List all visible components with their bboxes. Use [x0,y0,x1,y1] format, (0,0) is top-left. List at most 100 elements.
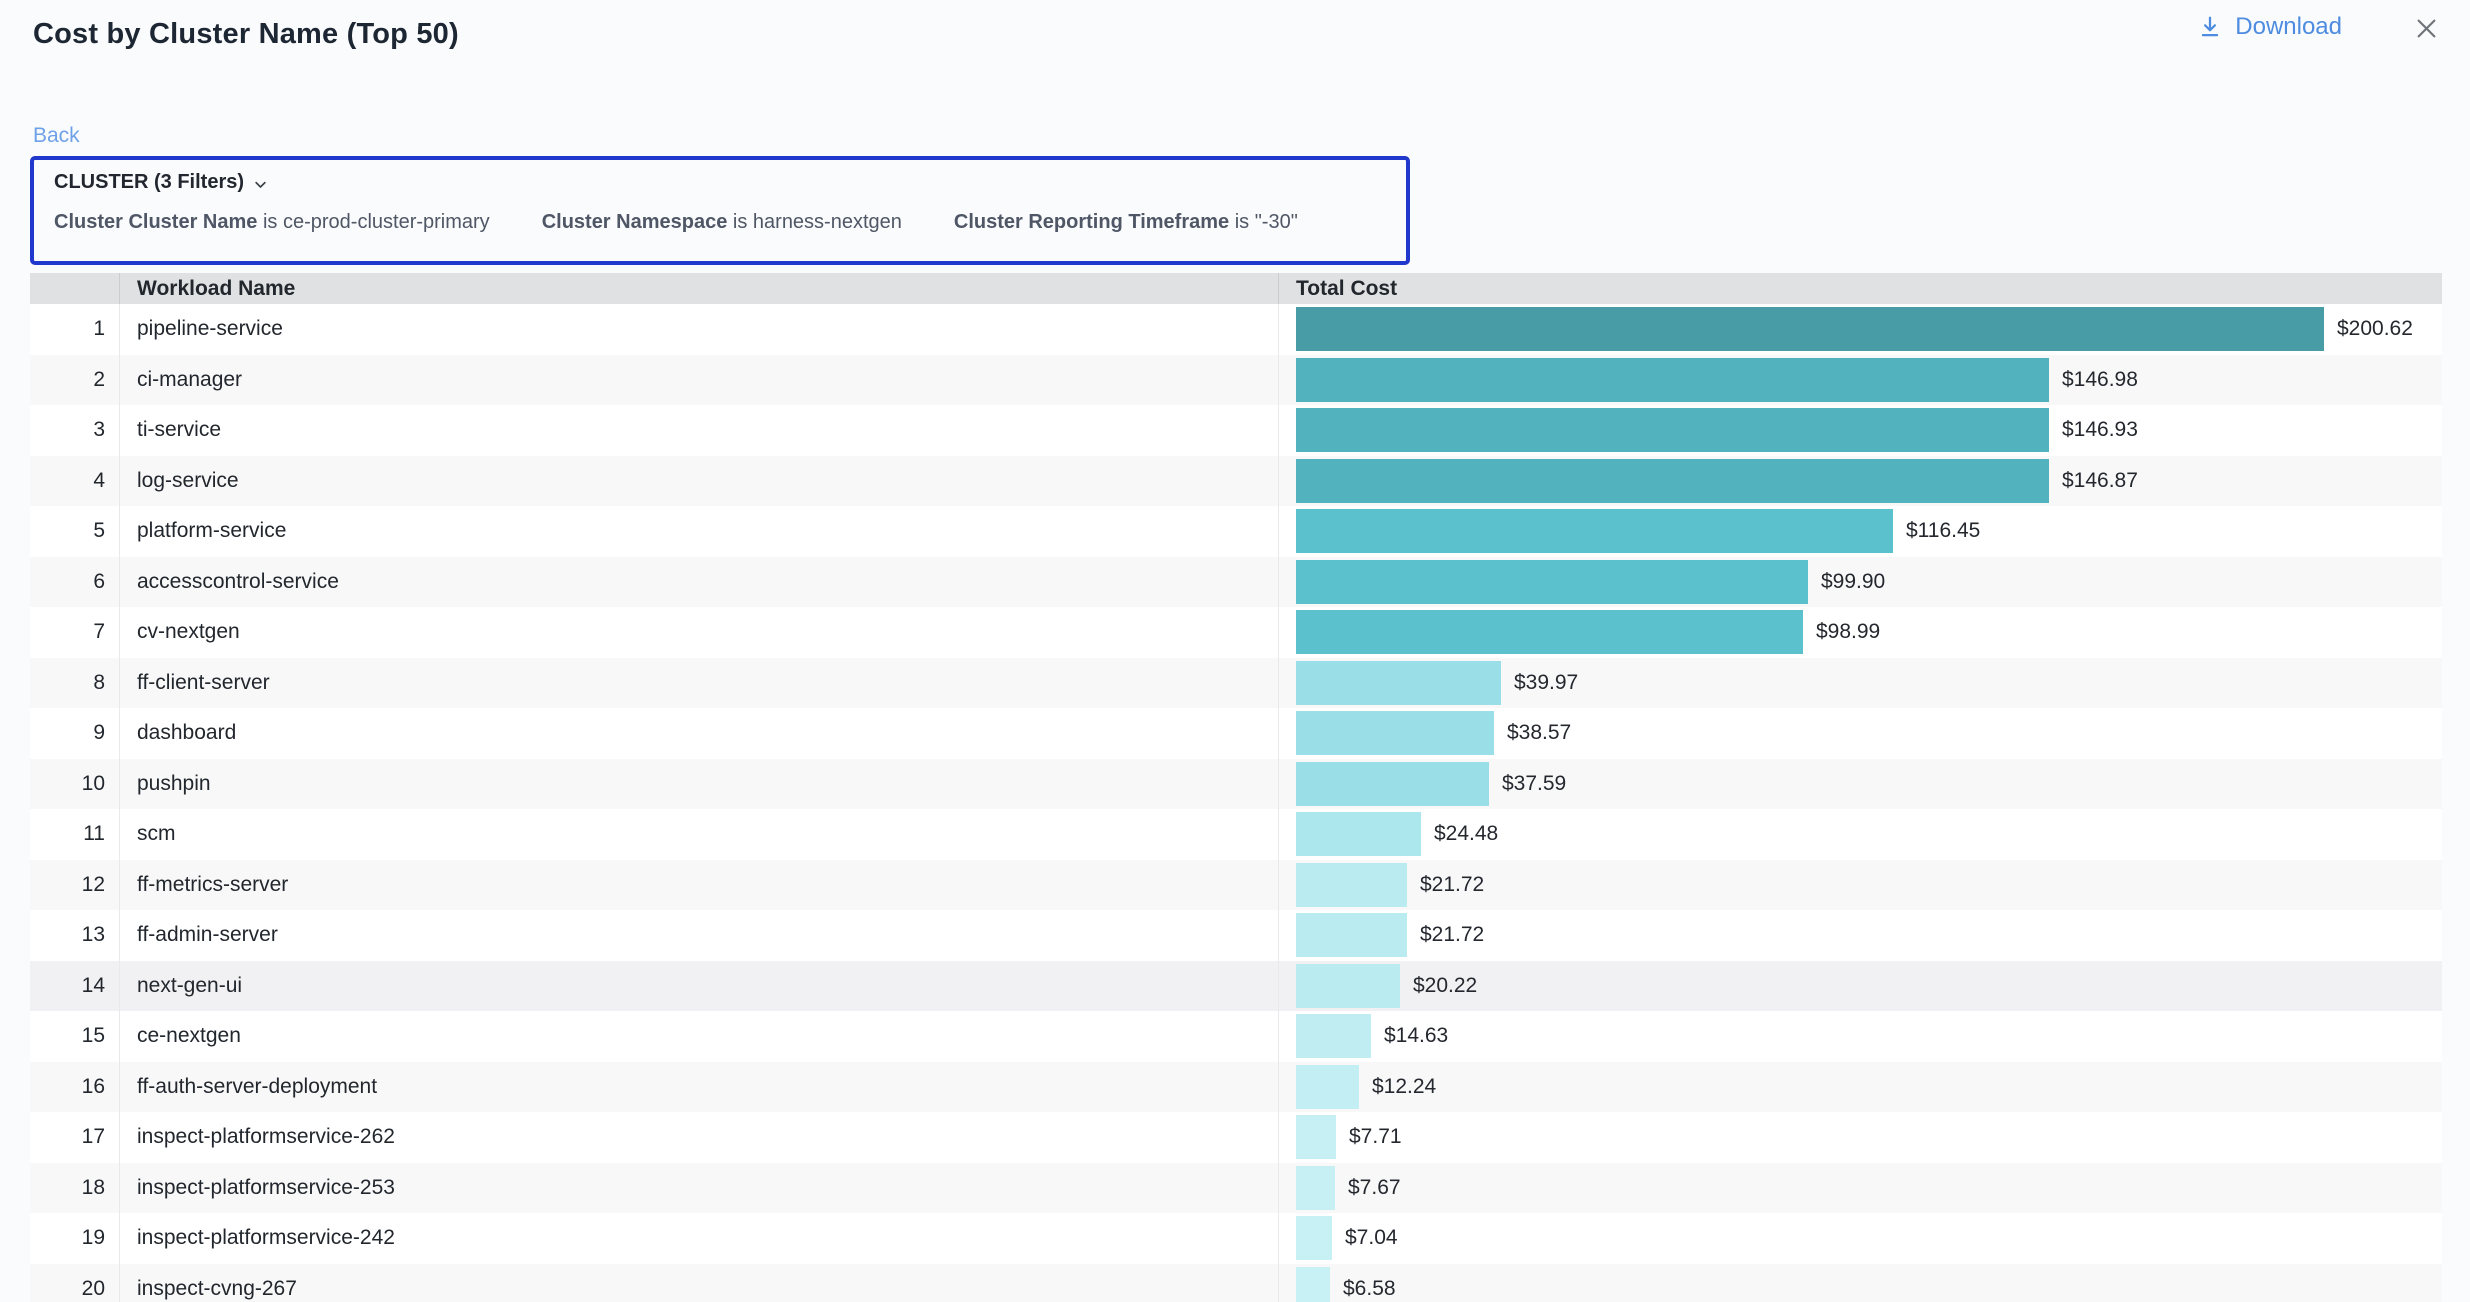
cost-cell: $21.72 [1279,910,2442,961]
cost-value: $37.59 [1502,772,1566,796]
row-rank: 16 [30,1062,120,1113]
cost-bar[interactable] [1296,408,2049,452]
row-rank: 4 [30,456,120,507]
cost-bar[interactable] [1296,1216,1332,1260]
workload-name: pipeline-service [120,304,1279,355]
cost-cell: $20.22 [1279,961,2442,1012]
workload-name: pushpin [120,759,1279,810]
table-row[interactable]: 2ci-manager $146.98 [30,355,2442,406]
filter-condition[interactable]: Cluster Reporting Timeframe is "-30" [954,211,1298,234]
table-row[interactable]: 16ff-auth-server-deployment $12.24 [30,1062,2442,1113]
cost-bar[interactable] [1296,1267,1330,1302]
table-row[interactable]: 17inspect-platformservice-262$7.71 [30,1112,2442,1163]
workload-name: ff-metrics-server [120,860,1279,911]
cost-cell: $146.87 [1279,456,2442,507]
cost-value: $12.24 [1372,1075,1436,1099]
filter-condition[interactable]: Cluster Cluster Name is ce-prod-cluster-… [54,211,490,234]
table-row[interactable]: 12ff-metrics-server $21.72 [30,860,2442,911]
filter-field: Cluster Namespace [542,211,728,234]
filter-value: "-30" [1255,211,1298,234]
table-row[interactable]: 14next-gen-ui$20.22 [30,961,2442,1012]
workload-name: scm [120,809,1279,860]
filter-value: ce-prod-cluster-primary [283,211,490,234]
cost-value: $21.72 [1420,873,1484,897]
table-row[interactable]: 19inspect-platformservice-242$7.04 [30,1213,2442,1264]
table-row[interactable]: 6accesscontrol-service$99.90 [30,557,2442,608]
table-row[interactable]: 15ce-nextgen$14.63 [30,1011,2442,1062]
cost-cell: $98.99 [1279,607,2442,658]
cost-bar[interactable] [1296,762,1489,806]
cost-bar[interactable] [1296,1065,1359,1109]
cost-bar[interactable] [1296,711,1494,755]
row-rank: 10 [30,759,120,810]
cost-bar[interactable] [1296,661,1501,705]
filter-panel: CLUSTER (3 Filters) Cluster Cluster Name… [30,156,1410,265]
cost-bar[interactable] [1296,863,1407,907]
cost-cell: $7.04 [1279,1213,2442,1264]
cost-by-cluster-panel: Cost by Cluster Name (Top 50) Download B… [0,0,2470,1302]
table-row[interactable]: 8ff-client-server$39.97 [30,658,2442,709]
table-row[interactable]: 3ti-service$146.93 [30,405,2442,456]
row-rank: 7 [30,607,120,658]
table-row[interactable]: 10pushpin $37.59 [30,759,2442,810]
cost-bar[interactable] [1296,812,1421,856]
cost-cell: $21.72 [1279,860,2442,911]
row-rank: 8 [30,658,120,709]
table-row[interactable]: 7cv-nextgen$98.99 [30,607,2442,658]
workload-name: dashboard [120,708,1279,759]
table-row[interactable]: 1pipeline-service$200.62 [30,304,2442,355]
row-rank: 2 [30,355,120,406]
table-row[interactable]: 20inspect-cvng-267$6.58 [30,1264,2442,1302]
cost-bar[interactable] [1296,459,2049,503]
workload-name: ff-auth-server-deployment [120,1062,1279,1113]
cost-value: $21.72 [1420,923,1484,947]
table-row[interactable]: 5platform-service$116.45 [30,506,2442,557]
row-rank: 12 [30,860,120,911]
row-rank: 11 [30,809,120,860]
cost-bar[interactable] [1296,1014,1371,1058]
workload-name: ff-client-server [120,658,1279,709]
workload-name: ti-service [120,405,1279,456]
cost-value: $146.98 [2062,368,2138,392]
cost-cell: $24.48 [1279,809,2442,860]
table-row[interactable]: 4log-service$146.87 [30,456,2442,507]
row-rank: 1 [30,304,120,355]
cost-bar[interactable] [1296,913,1407,957]
row-rank: 14 [30,961,120,1012]
cost-value: $14.63 [1384,1024,1448,1048]
cost-bar[interactable] [1296,509,1893,553]
cost-bar[interactable] [1296,560,1808,604]
back-link[interactable]: Back [33,124,80,148]
download-icon [2197,14,2223,40]
cost-value: $7.67 [1348,1176,1401,1200]
table-row[interactable]: 9dashboard$38.57 [30,708,2442,759]
table-row[interactable]: 13ff-admin-server$21.72 [30,910,2442,961]
workload-name: inspect-platformservice-262 [120,1112,1279,1163]
cost-cell: $39.97 [1279,658,2442,709]
workload-name: ci-manager [120,355,1279,406]
download-button[interactable]: Download [2197,13,2342,41]
cost-table: Workload Name Total Cost 1pipeline-servi… [30,273,2442,1302]
cost-bar[interactable] [1296,610,1803,654]
filter-list: Cluster Cluster Name is ce-prod-cluster-… [54,211,1406,234]
cost-value: $146.93 [2062,418,2138,442]
filter-condition[interactable]: Cluster Namespace is harness-nextgen [542,211,902,234]
cost-bar[interactable] [1296,964,1400,1008]
cost-bar[interactable] [1296,358,2049,402]
cost-bar[interactable] [1296,1115,1336,1159]
table-row[interactable]: 11scm$24.48 [30,809,2442,860]
column-header-workload-name: Workload Name [120,273,1279,304]
row-rank: 17 [30,1112,120,1163]
cost-value: $98.99 [1816,620,1880,644]
close-button[interactable] [2410,12,2442,44]
cost-bar[interactable] [1296,1166,1335,1210]
cost-cell: $146.98 [1279,355,2442,406]
cost-cell: $14.63 [1279,1011,2442,1062]
filter-group-toggle[interactable]: CLUSTER (3 Filters) [54,171,1406,194]
cost-cell: $6.58 [1279,1264,2442,1302]
table-row[interactable]: 18inspect-platformservice-253$7.67 [30,1163,2442,1214]
download-label: Download [2235,13,2342,41]
cost-cell: $146.93 [1279,405,2442,456]
cost-cell: $37.59 [1279,759,2442,810]
cost-bar[interactable] [1296,307,2324,351]
